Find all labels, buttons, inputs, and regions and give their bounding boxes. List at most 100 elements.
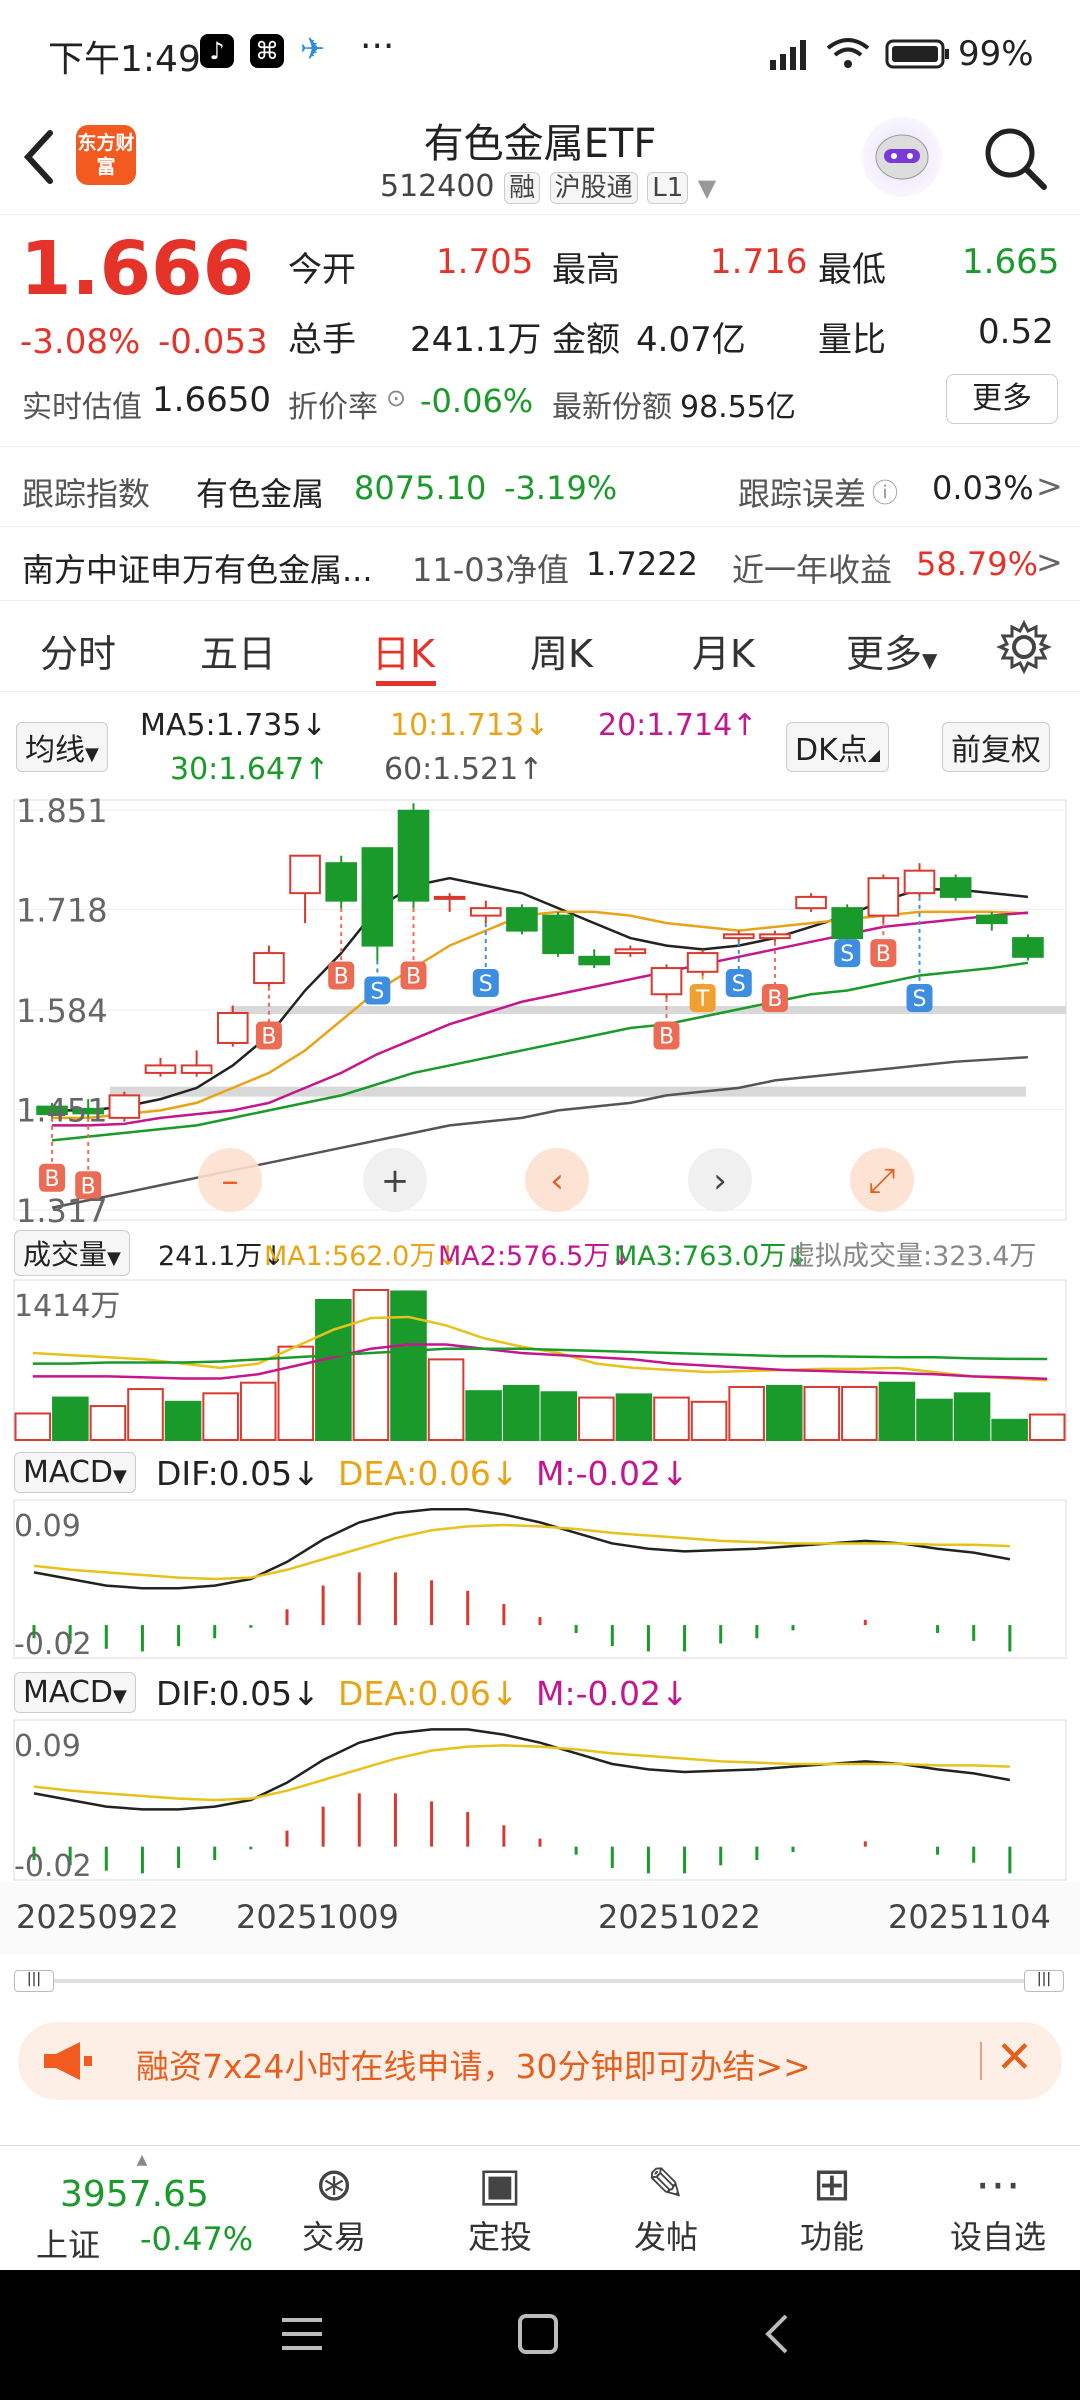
dif-value: DIF:0.05↓ (156, 1674, 320, 1713)
close-icon[interactable]: ✕ (996, 2032, 1033, 2083)
tab-five-day[interactable]: 五日 (200, 623, 276, 678)
nav-trade[interactable]: ⊛ 交易 (264, 2156, 404, 2258)
level-tag: L1 (647, 172, 689, 204)
nav-add-watch[interactable]: ⋯ 设自选 (928, 2156, 1068, 2258)
nav-label: 发帖 (633, 2218, 698, 2256)
trade-marker-label: B (261, 1024, 276, 1049)
system-nav (0, 2270, 1080, 2400)
adjust-button[interactable]: 前复权 (942, 722, 1050, 772)
volume-selector-label: 成交量 (23, 1238, 108, 1271)
candle (397, 809, 430, 902)
prev-icon-glyph: ‹ (550, 1161, 564, 1201)
quote-panel: 1.666 -3.08% -0.053 今开 1.705 最高 1.716 最低… (0, 216, 1080, 436)
candle (180, 1064, 213, 1074)
ratio-value: 0.52 (978, 312, 1054, 352)
candle (975, 914, 1008, 925)
trade-marker-label: B (876, 942, 891, 967)
high-value: 1.716 (710, 242, 808, 282)
date-label: 20251104 (888, 1898, 1051, 1936)
premium-label: 折价率 (288, 390, 378, 425)
tab-daily-k[interactable]: 日K (372, 623, 435, 678)
tracking-row[interactable]: 跟踪指数 有色金属 8075.10 -3.19% 跟踪误差 ⓘ 0.03% > (0, 446, 1080, 526)
caret-up-icon: ▲ (136, 2152, 148, 2168)
dea-value: DEA:0.06↓ (338, 1674, 519, 1713)
candle (433, 895, 466, 900)
fund-row[interactable]: 南方中证申万有色金属... 11-03净值 1.7222 近一年收益 58.79… (0, 526, 1080, 600)
tab-monthly-k[interactable]: 月K (692, 623, 755, 678)
range-scrollbar[interactable]: ||| ||| (14, 1968, 1064, 1994)
chart-area[interactable]: B BBBSB SBTSBS BS1.8511.7181.5841.4511.317–… (0, 790, 1080, 1990)
volume-bar (1028, 1413, 1066, 1441)
volume-bar (615, 1393, 653, 1441)
change-percent: -3.08% (20, 322, 141, 362)
candle (722, 933, 755, 940)
promo-banner[interactable]: 融资7x24小时在线申请，30分钟即可办结>> ✕ (18, 2022, 1062, 2100)
candle (216, 1011, 249, 1044)
ma-selector-label: 均线 (25, 733, 85, 768)
dropdown-icon: ▼ (112, 1686, 127, 1707)
virtual-volume: 虚拟成交量:323.4万 (788, 1241, 1037, 1272)
nav-label: 11-03净值 (412, 551, 569, 589)
candle (144, 1064, 177, 1074)
margin-tag: 融 (504, 172, 541, 204)
nav-invest[interactable]: ▣ 定投 (430, 2156, 570, 2258)
dropdown-icon: ◢ (867, 745, 881, 764)
date-label: 20251009 (236, 1898, 399, 1936)
fund-name: 南方中证申万有色金属... (22, 551, 373, 589)
volume-selector[interactable]: 成交量▼ (14, 1230, 130, 1276)
premium-info-icon[interactable]: ⊙ (386, 384, 406, 412)
trade-marker-label: B (767, 987, 782, 1012)
tracking-error-label: 跟踪误差 (738, 475, 867, 513)
ma30-value: 30:1.647↑ (170, 752, 330, 787)
trade-marker-label: S (732, 972, 746, 997)
dropdown-icon: ▼ (922, 648, 938, 672)
menu-icon[interactable] (280, 2312, 324, 2356)
status-time: 下午1:49 (48, 39, 201, 80)
macd-selector[interactable]: MACD▼ (14, 1452, 136, 1493)
volume-bar (728, 1385, 765, 1442)
dif-value: DIF:0.05↓ (156, 1454, 320, 1493)
vol-ma1: MA1:562.0万↓ (264, 1241, 459, 1272)
volume-bar (540, 1391, 578, 1441)
paper-plane-icon: ✈ (300, 32, 326, 67)
index-change: -0.47% (140, 2220, 254, 2258)
macd-selector[interactable]: MACD▼ (14, 1672, 136, 1713)
volume-bar (465, 1390, 502, 1442)
battery-icon (885, 39, 949, 69)
ma20-value: 20:1.714↑ (598, 708, 758, 743)
search-icon[interactable] (980, 123, 1050, 193)
zoom-in-icon-glyph: + (381, 1161, 410, 1201)
trade-marker-label: B (334, 965, 349, 990)
volume-value: 241.1万 (410, 320, 542, 360)
candle (614, 948, 647, 955)
back-nav-icon[interactable] (756, 2312, 800, 2356)
robot-avatar-icon[interactable] (862, 117, 942, 197)
range-handle-right[interactable]: ||| (1024, 1970, 1064, 1992)
settings-gear-icon[interactable] (996, 619, 1052, 675)
macd-axis-top: 0.09 (14, 1509, 81, 1544)
tab-more[interactable]: 更多▼ (846, 623, 937, 678)
high-label: 最高 (552, 250, 620, 290)
volume-chart: 1414万 (13, 1279, 1067, 1442)
more-button[interactable]: 更多 (946, 374, 1058, 424)
volume-bar (315, 1298, 352, 1441)
ma60-value: 60:1.521↑ (384, 752, 544, 787)
help-icon[interactable]: ⓘ (872, 473, 898, 510)
tab-intraday[interactable]: 分时 (40, 623, 116, 678)
candle (795, 895, 827, 910)
macd-selector-label: MACD (23, 1675, 113, 1710)
index-ticker[interactable]: ▲ 3957.65 上证 -0.47% (22, 2152, 262, 2264)
range-track (14, 1979, 1064, 1983)
tab-weekly-k[interactable]: 周K (530, 623, 593, 678)
candle (289, 854, 321, 895)
dk-point-button[interactable]: DK点◢ (786, 722, 890, 772)
home-icon[interactable] (516, 2312, 560, 2356)
estimate-value: 1.6650 (152, 380, 271, 420)
range-handle-left[interactable]: ||| (14, 1970, 54, 1992)
nav-functions[interactable]: ⊞ 功能 (762, 2156, 902, 2258)
stock-code-row[interactable]: 512400 融 沪股通 L1 ▼ (380, 167, 716, 204)
nav-post[interactable]: ✎ 发帖 (596, 2156, 736, 2258)
m-value: M:-0.02↓ (536, 1674, 689, 1713)
ma-selector[interactable]: 均线▼ (16, 722, 108, 772)
divider (980, 2042, 982, 2080)
